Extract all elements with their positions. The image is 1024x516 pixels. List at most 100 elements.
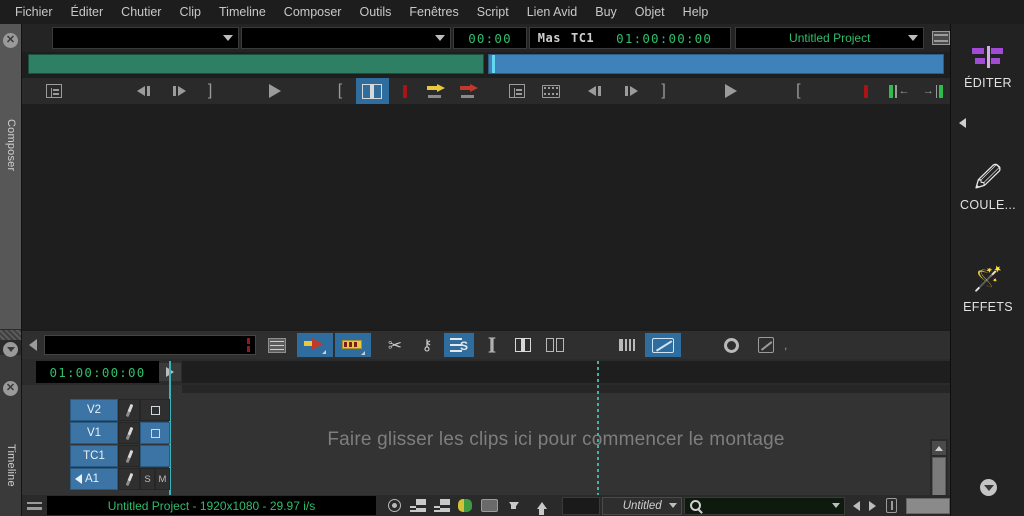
overwrite-icon[interactable]	[335, 333, 371, 357]
rail-resize-handle[interactable]	[0, 330, 21, 340]
timeline-ruler[interactable]	[182, 361, 950, 383]
video-quality-caret[interactable]: ,	[784, 338, 787, 352]
step-forward-icon[interactable]	[613, 78, 647, 104]
download-icon[interactable]	[502, 495, 526, 516]
track-v1-monitor-icon[interactable]	[140, 422, 170, 444]
rail-tab-timeline[interactable]: Timeline	[5, 444, 17, 487]
go-to-next-edit-icon[interactable]: →	[916, 78, 950, 104]
menu-item-buy[interactable]: Buy	[586, 2, 626, 22]
track-button-tc1[interactable]: TC1	[70, 445, 118, 467]
master-timecode-field[interactable]: Mas TC1 01:00:00:00	[528, 27, 732, 49]
monitor-layout-icon[interactable]	[406, 495, 430, 516]
trim-left-icon[interactable]: ][	[476, 333, 506, 357]
splice-in-icon[interactable]	[297, 333, 333, 357]
quick-transition-icon[interactable]: S	[444, 333, 474, 357]
track-button-v1[interactable]: V1	[70, 422, 118, 444]
track-button-a1[interactable]: A1	[70, 468, 118, 490]
menu-item-outils[interactable]: Outils	[350, 2, 400, 22]
splice-in-icon[interactable]	[421, 78, 453, 104]
mark-clip-red-icon[interactable]	[389, 78, 421, 104]
sidebar-item-effets[interactable]: 🪄 EFFETS	[951, 268, 1024, 315]
timeline-timecode-field[interactable]: 01:00:00:00	[36, 361, 159, 383]
menu-item-editer[interactable]: Éditer	[62, 2, 113, 22]
track-a1-pen-icon[interactable]	[118, 468, 140, 490]
step-forward-icon[interactable]	[161, 78, 193, 104]
step-backward-icon[interactable]	[579, 78, 613, 104]
rail-tab-composer[interactable]: Composer	[5, 119, 17, 171]
track-button-v2[interactable]: V2	[70, 399, 118, 421]
status-search-input[interactable]	[684, 496, 846, 515]
close-composer-icon[interactable]: ✕	[3, 33, 18, 48]
track-v1-pen-icon[interactable]	[118, 422, 140, 444]
sidebar-item-editer[interactable]: ÉDITER	[951, 46, 1024, 90]
trim-dual-icon[interactable]	[508, 333, 538, 357]
menu-item-chutier[interactable]: Chutier	[112, 2, 170, 22]
sidebar-collapse-icon[interactable]	[959, 118, 966, 128]
menu-item-script[interactable]: Script	[468, 2, 518, 22]
go-to-previous-edit-icon[interactable]: ←	[883, 78, 917, 104]
next-icon[interactable]	[865, 495, 880, 516]
segment-ruler-icon[interactable]	[613, 333, 643, 357]
record-settings-icon[interactable]	[500, 78, 534, 104]
duration-field[interactable]: 00:00	[453, 27, 527, 49]
sidebar-item-couleur[interactable]: 🖉 COULE...	[951, 164, 1024, 212]
previous-icon[interactable]	[849, 495, 864, 516]
extract-icon[interactable]: ✂	[380, 333, 410, 357]
scroll-up-icon[interactable]	[932, 441, 946, 455]
overwrite-icon[interactable]	[454, 78, 486, 104]
timeline-secondary-marker[interactable]	[597, 361, 599, 495]
status-small-field[interactable]	[561, 496, 600, 515]
project-selector[interactable]: Untitled Project	[735, 27, 925, 49]
menu-burger-icon[interactable]	[22, 501, 47, 510]
step-backward-icon[interactable]	[129, 78, 161, 104]
record-position-bar[interactable]	[488, 54, 944, 74]
mark-out-icon[interactable]: ]	[647, 78, 681, 104]
workspace-layout-icon[interactable]	[430, 495, 454, 516]
rail-dropdown-icon[interactable]	[3, 342, 18, 357]
status-progress-field[interactable]	[905, 497, 950, 514]
mark-out-icon[interactable]: ]	[194, 78, 226, 104]
mark-clip-red-icon[interactable]	[849, 78, 883, 104]
timeline-view-icon[interactable]	[262, 333, 292, 357]
composer-canvas[interactable]	[22, 104, 950, 329]
lift-icon[interactable]: ⚷	[412, 333, 442, 357]
timeline-collapse-icon[interactable]	[22, 331, 44, 359]
close-timeline-icon[interactable]: ✕	[3, 381, 18, 396]
full-screen-icon[interactable]	[478, 495, 502, 516]
play-icon[interactable]	[259, 78, 291, 104]
menu-item-fenetres[interactable]: Fenêtres	[400, 2, 467, 22]
source-position-bar[interactable]	[28, 54, 484, 74]
menu-item-help[interactable]: Help	[674, 2, 718, 22]
record-sequence-selector[interactable]	[240, 27, 452, 49]
track-v2-monitor-icon[interactable]	[140, 399, 170, 421]
trim-mode-icon[interactable]	[356, 78, 389, 104]
menu-item-timeline[interactable]: Timeline	[210, 2, 275, 22]
timeline-search-input[interactable]	[44, 335, 256, 355]
mark-in-icon[interactable]: [	[782, 78, 816, 104]
menu-item-clip[interactable]: Clip	[170, 2, 210, 22]
menu-item-lien-avid[interactable]: Lien Avid	[518, 2, 587, 22]
track-v2-pen-icon[interactable]	[118, 399, 140, 421]
film-strip-icon[interactable]	[932, 31, 950, 45]
motion-effect-icon[interactable]	[716, 333, 746, 357]
rail-segment-composer[interactable]	[0, 24, 21, 329]
color-indicator-icon[interactable]	[454, 495, 478, 516]
source-settings-icon[interactable]	[38, 78, 70, 104]
track-a1-solo-button[interactable]: S	[140, 468, 155, 490]
mark-in-icon[interactable]: [	[324, 78, 356, 104]
sidebar-more-icon[interactable]	[980, 479, 997, 496]
menu-item-objet[interactable]: Objet	[626, 2, 674, 22]
toggle-panel-icon[interactable]	[880, 495, 904, 516]
effect-mode-icon[interactable]	[645, 333, 681, 357]
menu-item-composer[interactable]: Composer	[275, 2, 351, 22]
track-a1-mute-button[interactable]: M	[155, 468, 170, 490]
menu-item-fichier[interactable]: Fichier	[6, 2, 62, 22]
play-icon[interactable]	[714, 78, 748, 104]
upload-icon[interactable]	[530, 495, 554, 516]
record-icon[interactable]	[382, 495, 406, 516]
rail-segment-timeline[interactable]	[0, 355, 21, 516]
track-tc1-pen-icon[interactable]	[118, 445, 140, 467]
record-playhead[interactable]	[492, 55, 495, 73]
dual-roller-icon[interactable]	[540, 333, 570, 357]
record-film-strip-icon[interactable]	[534, 78, 568, 104]
